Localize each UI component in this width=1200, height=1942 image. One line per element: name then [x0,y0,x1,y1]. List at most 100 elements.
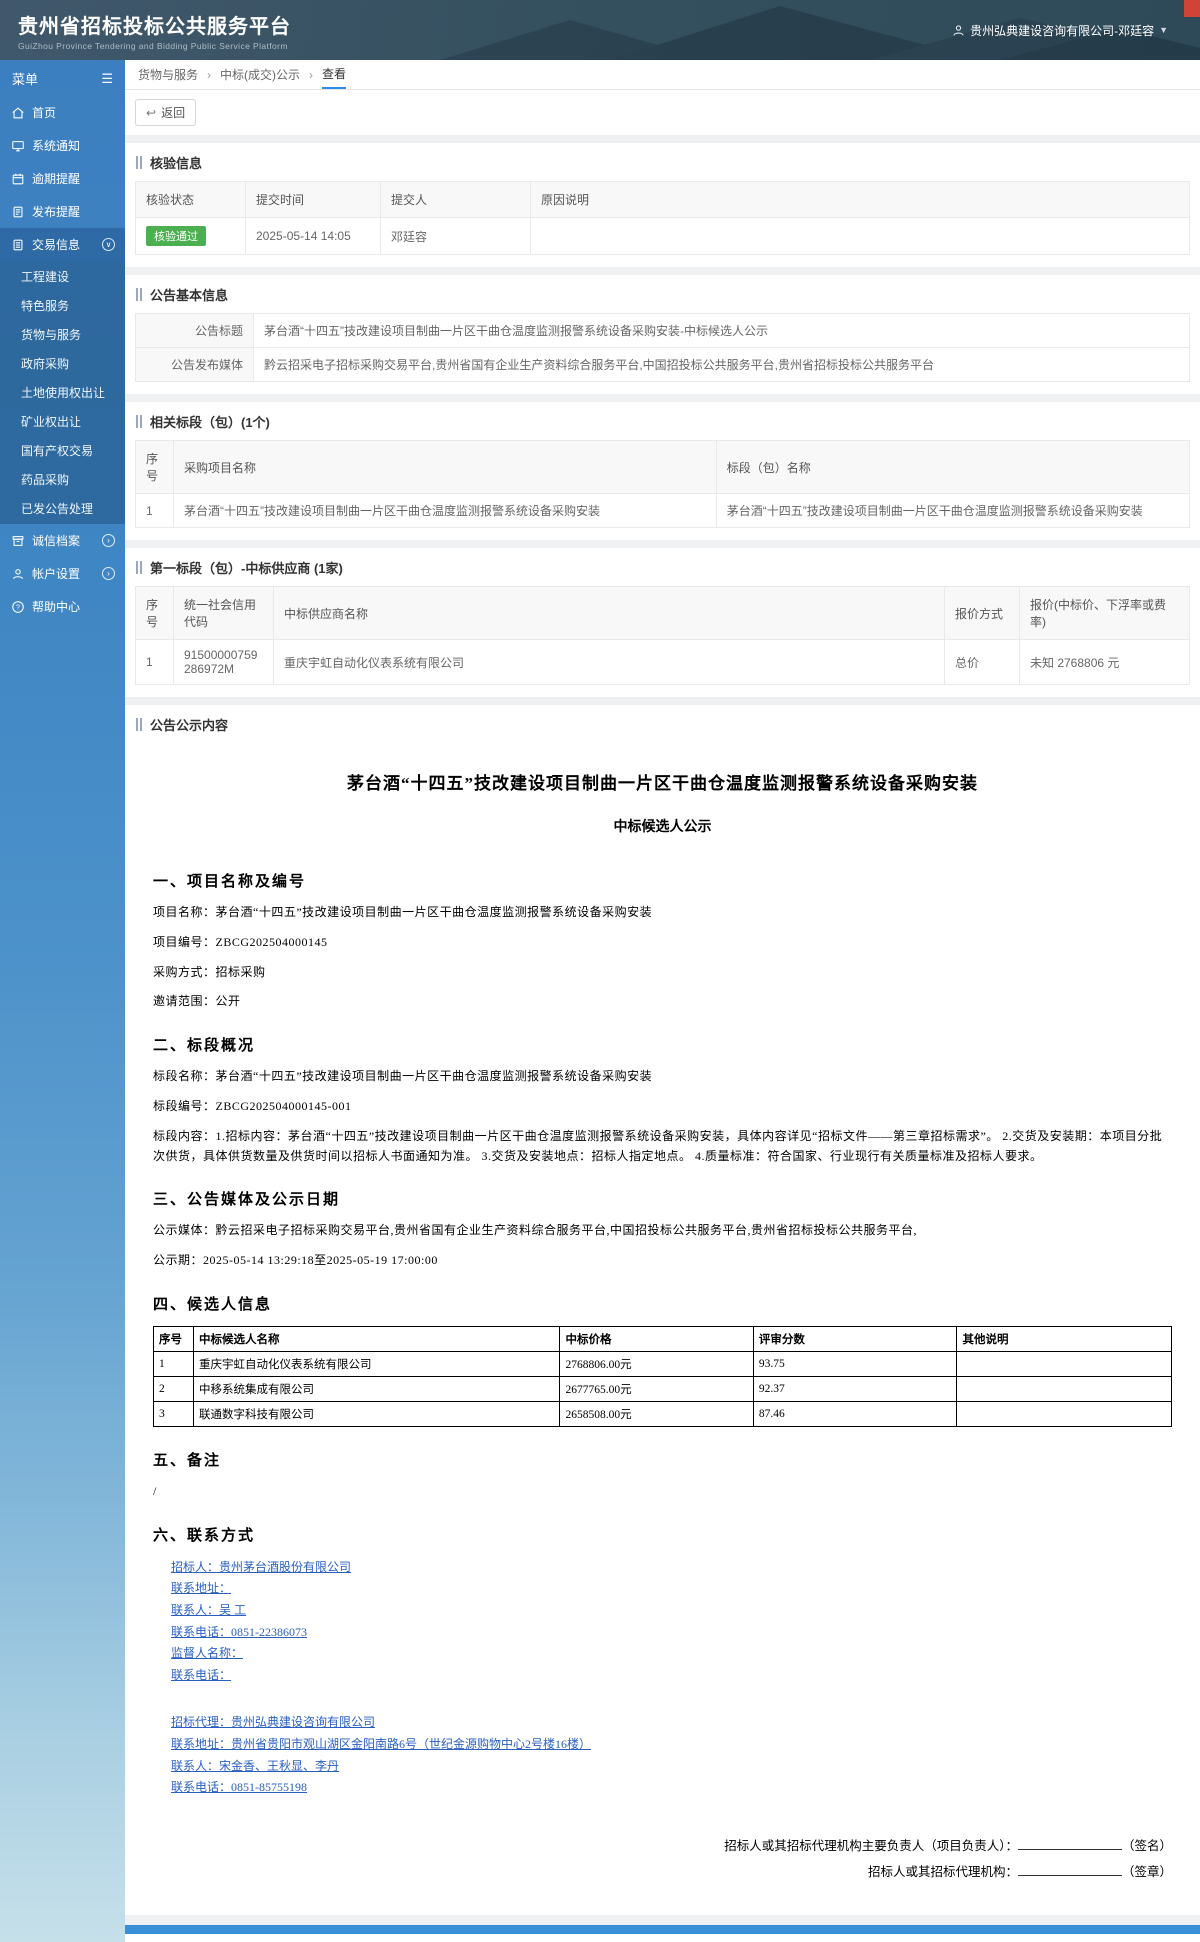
agent-person-link[interactable]: 联系人：宋金香、王秋显、李丹 [171,1756,339,1778]
page-title: 贵州省招标投标公共服务平台 [18,15,291,38]
question-circle-icon: ? [10,599,25,614]
contact-phone-link[interactable]: 联系电话：0851-22386073 [171,1622,307,1644]
section-related-sections: 相关标段（包）(1个) 序号 采购项目名称 标段（包）名称 1 茅台酒“十四五”… [125,402,1200,540]
doc-heading-1: 一、项目名称及编号 [153,874,307,890]
sidebar-item-label: 帐户设置 [32,567,81,581]
sidebar-subitem-drug-procurement[interactable]: 药品采购 [0,465,125,494]
section-title: 第一标段（包）-中标供应商 (1家) [150,561,343,576]
doc-line: 标段名称：茅台酒“十四五”技改建设项目制曲一片区干曲仓温度监测报警系统设备采购安… [153,1069,653,1084]
sidebar-subitem-goods-services[interactable]: 货物与服务 [0,320,125,349]
doc-line: 项目编号：ZBCG202504000145 [153,934,328,949]
table-header-row: 核验状态 提交时间 提交人 原因说明 [135,181,1190,218]
column-header: 报价(中标价、下浮率或费率) [1019,586,1190,640]
main-content: 货物与服务 › 中标(成交)公示 › 查看 ↩ 返回 核验信息 核验状态 提交时… [125,60,1200,1942]
sidebar-item-label: 发布提醒 [32,205,81,219]
agent-contact-block: 招标代理：贵州弘典建设咨询有限公司 联系地址：贵州省贵阳市观山湖区金阳南路6号（… [153,1712,1172,1798]
sidebar-item-home[interactable]: 首页 [0,96,125,129]
user-name: 贵州弘典建设咨询有限公司-邓廷容 [970,23,1155,38]
contact-address-link[interactable]: 联系地址： [171,1578,231,1600]
reason-cell [530,217,1190,255]
announcement-document: 茅台酒“十四五”技改建设项目制曲一片区干曲仓温度监测报警系统设备采购安装 中标候… [135,743,1190,1903]
section-header: 相关标段（包）(1个) [135,402,1190,440]
sidebar-subitem-mining-rights[interactable]: 矿业权出让 [0,407,125,436]
tenderer-link[interactable]: 招标人：贵州茅台酒股份有限公司 [171,1557,351,1579]
doc-line: 标段内容：1.招标内容：茅台酒“十四五”技改建设项目制曲一片区干曲仓温度监测报警… [153,1128,1163,1163]
section-header: 第一标段（包）-中标供应商 (1家) [135,548,1190,586]
project-name-cell: 茅台酒“十四五”技改建设项目制曲一片区干曲仓温度监测报警系统设备采购安装 [173,493,717,528]
column-header: 序号 [135,586,174,640]
sidebar-subitem-land-use-rights[interactable]: 土地使用权出让 [0,378,125,407]
corner-red-badge[interactable] [1184,0,1200,17]
announcement-title-value: 茅台酒“十四五”技改建设项目制曲一片区干曲仓温度监测报警系统设备采购安装-中标候… [253,313,1190,348]
sidebar-item-publish-reminders[interactable]: 发布提醒 [0,195,125,228]
breadcrumb-separator: › [309,67,314,82]
supervisor-name-link[interactable]: 监督人名称： [171,1643,243,1665]
sidebar-subitem-published-announcements[interactable]: 已发公告处理 [0,494,125,523]
doc-line: / [153,1483,157,1498]
submit-time-cell: 2025-05-14 14:05 [245,217,381,255]
candidates-table: 序号 中标候选人名称 中标价格 评审分数 其他说明 1 重庆宇虹自动化仪表系统有… [153,1325,1172,1427]
sidebar-subitem-featured-services[interactable]: 特色服务 [0,291,125,320]
section-header: 公告基本信息 [135,275,1190,313]
agent-link[interactable]: 招标代理：贵州弘典建设咨询有限公司 [171,1712,375,1734]
breadcrumb-award-announcement[interactable]: 中标(成交)公示 [220,60,300,89]
caret-down-icon: ▼ [1159,25,1168,35]
list-document-icon [10,237,25,252]
contact-person-link[interactable]: 联系人：吴 工 [171,1600,246,1622]
section-marker-icon [136,156,142,169]
column-header: 其他说明 [956,1325,1172,1352]
sidebar-item-integrity-archive[interactable]: 诚信档案 › [0,524,125,557]
document-title: 茅台酒“十四五”技改建设项目制曲一片区干曲仓温度监测报警系统设备采购安装 [347,774,978,793]
sidebar-item-system-notifications[interactable]: 系统通知 [0,129,125,162]
table-row: 核验通过 2025-05-14 14:05 邓廷容 [135,217,1190,255]
sidebar-subitem-government-procurement[interactable]: 政府采购 [0,349,125,378]
doc-heading-2: 二、标段概况 [153,1038,256,1055]
supervisor-phone-link[interactable]: 联系电话： [171,1665,231,1687]
sidebar-item-overdue-reminders[interactable]: 逾期提醒 [0,162,125,195]
back-button[interactable]: ↩ 返回 [135,99,197,126]
section-name-cell: 茅台酒“十四五”技改建设项目制曲一片区干曲仓温度监测报警系统设备采购安装 [715,493,1191,528]
signature-suffix: （签名） [1121,1838,1172,1853]
table-row: 公告发布媒体 黔云招采电子招标采购交易平台,贵州省国有企业生产资料综合服务平台,… [135,347,1190,382]
signature-label: 招标人或其招标代理机构主要负责人（项目负责人）： [724,1838,1018,1853]
menu-label: 菜单 [12,72,39,87]
document-icon [10,204,25,219]
column-header: 原因说明 [530,181,1190,218]
breadcrumb-view[interactable]: 查看 [322,60,347,89]
page-root: 贵州省招标投标公共服务平台 GuiZhou Province Tendering… [0,0,1200,1942]
doc-line: 公示媒体：黔云招采电子招标采购交易平台,贵州省国有企业生产资料综合服务平台,中国… [153,1223,918,1238]
column-header: 提交时间 [245,181,381,218]
winning-supplier-table: 序号 统一社会信用代码 中标供应商名称 报价方式 报价(中标价、下浮率或费率) … [135,586,1190,685]
related-sections-table: 序号 采购项目名称 标段（包）名称 1 茅台酒“十四五”技改建设项目制曲一片区干… [135,440,1191,528]
column-header: 序号 [153,1325,194,1352]
breadcrumb-goods-services[interactable]: 货物与服务 [138,60,198,89]
sidebar-item-label: 系统通知 [32,139,81,153]
column-header: 中标候选人名称 [192,1325,561,1352]
page-end-spacer [125,1934,1200,1942]
signature-blank [1017,1837,1122,1850]
sidebar: 菜单 ☰ 首页 系统通知 逾期提醒 发布提醒 交易信息 ∨ 工程建设 特色服务 … [0,60,125,1942]
sidebar-subitem-state-owned-property[interactable]: 国有产权交易 [0,436,125,465]
row-index-cell: 1 [135,493,174,528]
doc-line: 公示期：2025-05-14 13:29:18至2025-05-19 17:00… [153,1253,438,1268]
sidebar-item-account-settings[interactable]: 帐户设置 › [0,557,125,590]
signature-label: 招标人或其招标代理机构： [867,1864,1018,1879]
note-cell [956,1375,1172,1402]
table-row: 公告标题 茅台酒“十四五”技改建设项目制曲一片区干曲仓温度监测报警系统设备采购安… [135,313,1190,348]
sidebar-item-trade-info[interactable]: 交易信息 ∨ [0,228,125,261]
chevron-right-icon: › [102,567,115,580]
sidebar-item-help-center[interactable]: ? 帮助中心 [0,590,125,623]
table-header-row: 序号 采购项目名称 标段（包）名称 [135,440,1191,494]
menu-collapse-icon[interactable]: ☰ [101,71,113,87]
user-menu[interactable]: 贵州弘典建设咨询有限公司-邓廷容 ▼ [952,22,1182,39]
agent-phone-link[interactable]: 联系电话：0851-85755198 [171,1777,307,1799]
toolbar: ↩ 返回 [125,90,1200,135]
signature-line-1: 招标人或其招标代理机构主要负责人（项目负责人）： （签名） [153,1833,1172,1859]
section-header: 核验信息 [135,143,1190,181]
agent-address-link[interactable]: 联系地址：贵州省贵阳市观山湖区金阳南路6号（世纪金源购物中心2号楼16楼） [171,1734,591,1756]
row-index-cell: 1 [135,639,174,685]
rank-cell: 3 [153,1400,194,1427]
verification-table: 核验状态 提交时间 提交人 原因说明 核验通过 2025-05-14 14:05… [135,181,1190,255]
section-title: 公告公示内容 [150,718,229,733]
sidebar-subitem-engineering-construction[interactable]: 工程建设 [0,262,125,291]
